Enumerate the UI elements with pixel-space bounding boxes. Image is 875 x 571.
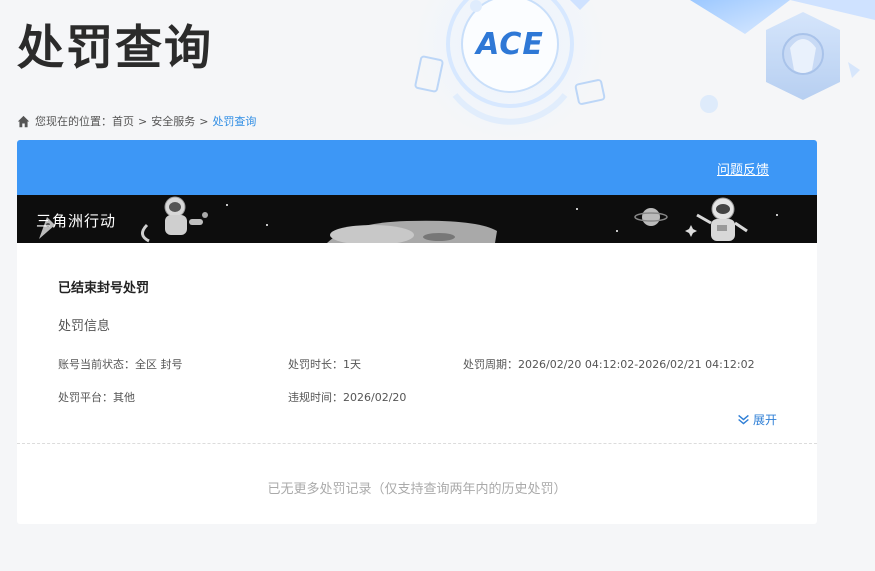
breadcrumb-item-security[interactable]: 安全服务 — [151, 113, 195, 129]
game-name: 三角洲行动 — [36, 212, 117, 230]
breadcrumb: 您现在的位置： 首页 > 安全服务 > 处罚查询 — [17, 113, 256, 129]
double-chevron-down-icon — [738, 414, 749, 425]
expand-label: 展开 — [752, 413, 777, 427]
penalty-platform: 处罚平台：其他 — [58, 391, 135, 404]
card-header: 问题反馈 — [17, 140, 817, 195]
penalty-duration: 处罚时长：1天 — [288, 358, 361, 371]
ace-logo-text: ACE — [476, 26, 544, 62]
expand-button[interactable]: 展开 — [737, 411, 777, 428]
home-icon — [17, 115, 30, 127]
penalty-period: 处罚周期：2026/02/20 04:12:02-2026/02/21 04:1… — [463, 358, 755, 371]
account-status: 账号当前状态：全区 封号 — [58, 358, 183, 371]
feedback-link[interactable]: 问题反馈 — [717, 159, 769, 178]
breadcrumb-separator: > — [138, 114, 148, 128]
breadcrumb-item-current: 处罚查询 — [212, 115, 257, 128]
penalty-info-title: 处罚信息 — [58, 319, 111, 334]
no-more-records-note: 已无更多处罚记录（仅支持查询两年内的历史处罚） — [267, 482, 567, 497]
penalty-record: 已结束封号处罚 处罚信息 账号当前状态：全区 封号 处罚时长：1天 处罚周期：2… — [17, 243, 817, 444]
ace-logo: ACE — [470, 26, 550, 62]
breadcrumb-separator: > — [199, 114, 209, 128]
game-banner: 三角洲行动 — [17, 195, 817, 243]
breadcrumb-item-home[interactable]: 首页 — [112, 113, 134, 129]
record-title: 已结束封号处罚 — [58, 281, 150, 296]
game-banner-art — [39, 196, 778, 243]
breadcrumb-prefix: 您现在的位置： — [35, 115, 112, 128]
violation-time: 违规时间：2026/02/20 — [288, 391, 407, 404]
page-title: 处罚查询 — [17, 21, 213, 76]
penalty-card: 问题反馈 三角洲行动 已结束封号处罚 处罚信息 账号当前状态：全区 封号 处罚时… — [17, 140, 817, 524]
